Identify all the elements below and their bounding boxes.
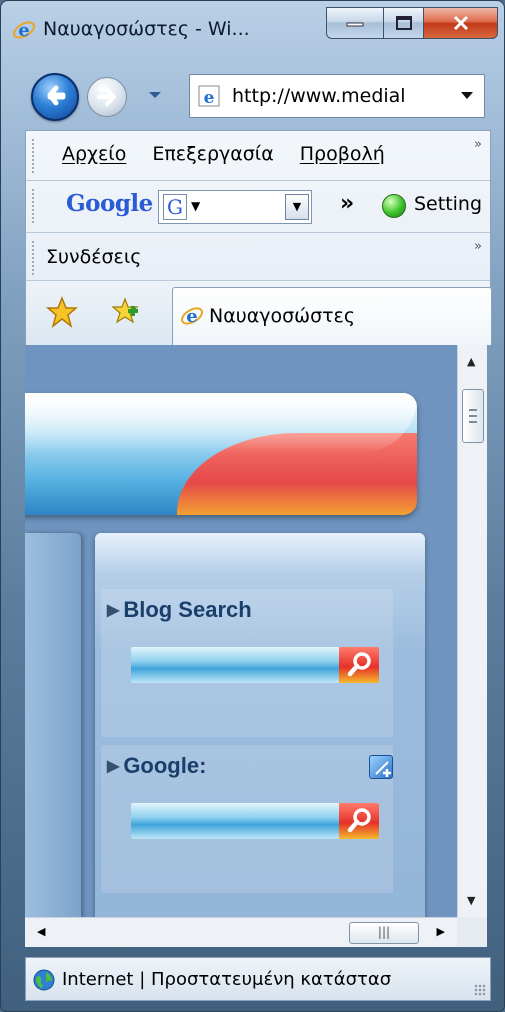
toolbar-grip[interactable] [32, 139, 35, 173]
left-column [25, 533, 81, 917]
address-chevron-down-icon[interactable] [460, 91, 474, 101]
plus-icon [375, 761, 391, 777]
links-label[interactable]: Συνδέσεις [46, 246, 141, 268]
back-button[interactable] [31, 73, 79, 121]
maximize-icon [395, 16, 412, 30]
scrollbar-corner [457, 917, 487, 947]
google-search-button[interactable] [339, 803, 379, 839]
google-badge-icon: G [163, 194, 187, 220]
menu-bar: Αρχείο Επεξεργασία Προβολή » [26, 131, 490, 181]
blog-search-button[interactable] [339, 647, 379, 683]
caret-down-icon: ▼ [191, 199, 201, 213]
header-gloss [25, 393, 417, 453]
status-text[interactable]: Internet | Προστατευμένη κατάστασ [62, 969, 462, 990]
navigation-bar: e http://www.medial [25, 69, 487, 125]
site-header-banner [25, 393, 417, 515]
vertical-scroll-thumb[interactable] [462, 389, 484, 443]
svg-text:e: e [186, 306, 197, 327]
resize-grip-icon[interactable] [474, 984, 486, 996]
google-widget: ▶ Google: [101, 745, 393, 893]
svg-text:e: e [18, 20, 29, 41]
menu-item-file[interactable]: Αρχείο [62, 143, 126, 165]
scroll-up-arrow-icon[interactable]: ▲ [467, 355, 475, 368]
google-toolbar: Google G ▼ ▼ » Setting [26, 181, 490, 233]
widget-title-text: Blog Search [123, 597, 252, 622]
triangle-right-icon: ▶ [107, 758, 120, 775]
menu-item-view[interactable]: Προβολή [300, 143, 385, 165]
window-title: Ναυαγοσώστες - Wi... [43, 18, 250, 40]
browser-window: e Ναυαγοσώστες - Wi... e http://www.medi… [0, 0, 505, 1012]
address-bar[interactable]: e http://www.medial [189, 74, 485, 118]
internet-explorer-icon: e [181, 306, 203, 327]
add-favorites-icon[interactable] [110, 296, 140, 326]
horizontal-scroll-thumb[interactable]: ||| [349, 922, 419, 944]
sidebar: ▶ Blog Search ▶ Google: [95, 533, 425, 917]
favorites-star-icon[interactable] [46, 296, 78, 328]
caption-buttons [326, 7, 498, 39]
triangle-right-icon: ▶ [107, 602, 120, 619]
toolbar-grip[interactable] [32, 189, 35, 223]
google-search-combo[interactable]: G ▼ ▼ [158, 190, 312, 224]
minimize-button[interactable] [326, 7, 384, 39]
settings-button[interactable]: Setting [414, 193, 494, 215]
toolbar-panel: Αρχείο Επεξεργασία Προβολή » Google G ▼ … [25, 130, 492, 345]
internet-explorer-icon: e [13, 20, 35, 41]
tab-active[interactable]: e Ναυαγοσώστες [172, 287, 492, 345]
title-bar[interactable]: e Ναυαγοσώστες - Wi... [9, 7, 498, 53]
menu-overflow-chevron-icon[interactable]: » [474, 137, 482, 152]
maximize-button[interactable] [384, 7, 424, 39]
recent-pages-chevron-down-icon[interactable] [147, 89, 163, 101]
links-bar: Συνδέσεις » [26, 233, 490, 281]
widget-title: ▶ Blog Search [107, 597, 252, 623]
settings-green-circle-icon[interactable] [382, 194, 406, 218]
blog-search-widget: ▶ Blog Search [101, 589, 393, 737]
menu-item-edit[interactable]: Επεξεργασία [152, 143, 273, 165]
close-button[interactable] [424, 7, 498, 39]
forward-button[interactable] [87, 77, 127, 117]
grip-icon [469, 409, 477, 423]
svg-text:e: e [204, 88, 215, 108]
horizontal-scrollbar[interactable]: ◀ ||| ▶ [25, 917, 457, 947]
tab-title: Ναυαγοσώστες [209, 305, 355, 327]
google-logo[interactable]: Google [66, 190, 153, 217]
minimize-icon [346, 22, 364, 27]
menu-items: Αρχείο Επεξεργασία Προβολή [62, 143, 385, 165]
tab-row: e Ναυαγοσώστες [26, 281, 492, 345]
search-icon [347, 808, 371, 833]
back-arrow-icon [47, 85, 66, 106]
links-overflow-chevron-icon[interactable]: » [474, 239, 482, 254]
google-dropdown-button[interactable]: ▼ [285, 194, 309, 220]
globe-icon[interactable] [32, 968, 56, 992]
page-ie-icon: e [198, 85, 220, 108]
scroll-left-arrow-icon[interactable]: ◀ [37, 925, 45, 938]
page-viewport[interactable]: ▶ Blog Search ▶ Google: [25, 345, 457, 917]
widget-title: ▶ Google: [107, 753, 206, 779]
google-search-input[interactable] [131, 803, 379, 839]
toolbar-grip[interactable] [32, 241, 35, 275]
search-icon [347, 652, 371, 677]
blog-search-input[interactable] [131, 647, 379, 683]
scroll-down-arrow-icon[interactable]: ▼ [467, 894, 475, 907]
widget-title-text: Google: [123, 753, 207, 778]
status-bar: Internet | Προστατευμένη κατάστασ [25, 957, 491, 1001]
scroll-right-arrow-icon[interactable]: ▶ [437, 925, 445, 938]
add-gadget-icon[interactable] [369, 755, 393, 779]
close-icon [453, 15, 468, 31]
toolbar-overflow-chevron-icon[interactable]: » [340, 191, 354, 216]
address-url[interactable]: http://www.medial [232, 85, 448, 107]
forward-arrow-icon [97, 88, 116, 106]
vertical-scrollbar[interactable]: ▲ ▼ [457, 345, 487, 917]
